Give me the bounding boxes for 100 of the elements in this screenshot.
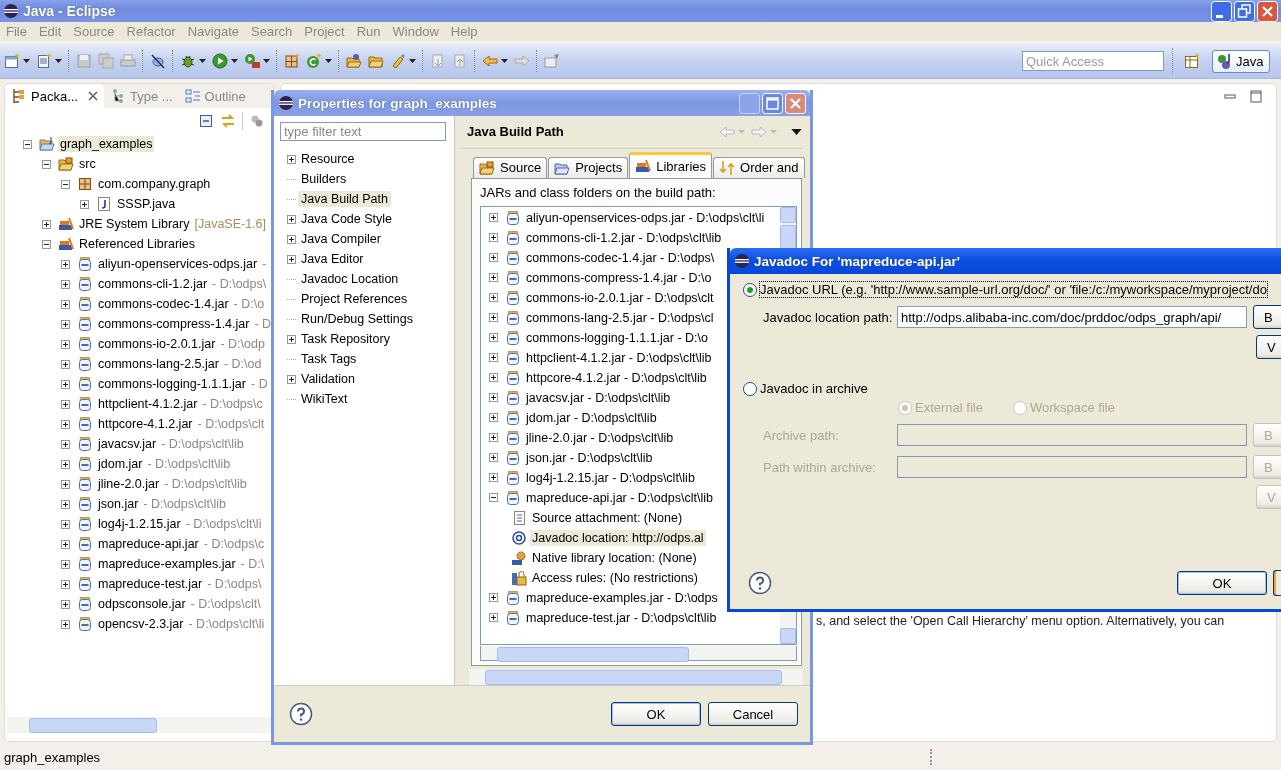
expander-icon[interactable] <box>61 439 70 449</box>
tree-item[interactable]: log4j-1.2.15.jar <box>96 516 183 532</box>
expander-icon[interactable] <box>61 479 70 489</box>
expander-icon[interactable] <box>489 273 498 283</box>
tree-item[interactable]: httpclient-4.1.2.jar <box>96 396 200 412</box>
category-item[interactable]: Java Code Style <box>298 211 396 227</box>
expander-icon[interactable] <box>489 293 498 303</box>
tree-item[interactable]: commons-io-2.0.1.jar <box>96 336 218 352</box>
help-icon[interactable] <box>289 702 313 726</box>
expander-icon[interactable] <box>489 313 498 323</box>
expander-icon[interactable] <box>61 399 70 409</box>
tree-item[interactable]: jdom.jar <box>96 456 145 472</box>
library-item[interactable]: httpclient-4.1.2.jar - D:\odps\clt\lib <box>524 349 714 366</box>
library-item[interactable]: log4j-1.2.15.jar - D:\odps\clt\lib <box>524 469 697 486</box>
close-icon[interactable] <box>87 91 98 101</box>
library-item[interactable]: jdom.jar - D:\odps\clt\lib <box>524 409 659 426</box>
validate-button[interactable]: V <box>1256 335 1281 359</box>
grid-icon[interactable] <box>284 53 300 69</box>
view-menu-icon[interactable] <box>791 128 802 135</box>
expander-icon[interactable] <box>489 453 498 463</box>
library-item[interactable]: mapreduce-examples.jar - D:\odps <box>524 589 720 606</box>
expander-icon[interactable] <box>287 234 296 244</box>
library-item[interactable]: aliyun-openservices-odps.jar - D:\odps\clt\li <box>524 209 767 226</box>
tree-item[interactable]: json.jar <box>96 496 141 512</box>
horizontal-scrollbar[interactable] <box>7 717 271 733</box>
tree-item[interactable]: commons-lang-2.5.jar <box>96 356 221 372</box>
expander-icon[interactable] <box>489 253 498 263</box>
horizontal-scrollbar[interactable] <box>480 645 797 662</box>
caret-icon[interactable] <box>501 59 508 63</box>
library-item[interactable]: commons-compress-1.4.jar - D:\o <box>524 269 714 286</box>
library-item[interactable]: mapreduce-test.jar - D:\odps\clt\lib <box>524 609 719 626</box>
category-item[interactable]: Validation <box>298 371 358 387</box>
expander-icon[interactable] <box>287 214 296 224</box>
new-class-icon[interactable] <box>306 53 322 69</box>
expander-icon[interactable] <box>61 339 70 349</box>
expander-icon[interactable] <box>489 353 498 363</box>
library-item[interactable]: commons-cli-1.2.jar - D:\odps\clt\lib <box>524 229 724 246</box>
tab[interactable]: Order and <box>713 156 805 178</box>
dialog-button[interactable]: Cancel <box>708 702 798 726</box>
expander-icon[interactable] <box>61 559 70 569</box>
expander-icon[interactable] <box>489 373 498 383</box>
library-item[interactable]: Javadoc location: http://odps.al <box>530 529 706 546</box>
expander-icon[interactable] <box>489 393 498 403</box>
expander-icon[interactable] <box>61 179 70 189</box>
expander-icon[interactable] <box>489 613 498 623</box>
category-item[interactable]: Java Compiler <box>298 231 384 247</box>
library-item[interactable]: Access rules: (No restrictions) <box>530 569 700 586</box>
category-item[interactable]: WikiText <box>298 391 351 407</box>
expander-icon[interactable] <box>489 473 498 483</box>
tree-item[interactable]: commons-codec-1.4.jar <box>96 296 231 312</box>
new-window-icon[interactable] <box>4 53 20 69</box>
library-item[interactable]: commons-codec-1.4.jar - D:\odps\ <box>524 249 717 266</box>
tree-item[interactable]: com.company.graph <box>96 176 213 192</box>
expander-icon[interactable] <box>61 279 70 289</box>
collapse-all-icon[interactable] <box>198 113 214 129</box>
tree-item[interactable]: commons-compress-1.4.jar <box>96 316 252 332</box>
category-item[interactable]: Java Editor <box>298 251 367 267</box>
radio-button[interactable] <box>743 282 757 297</box>
perspective-button[interactable]: Java <box>1212 49 1271 73</box>
location-field[interactable]: http://odps.alibaba-inc.com/doc/prddoc/odps_graph/api/ <box>897 306 1247 328</box>
library-item[interactable]: commons-lang-2.5.jar - D:\odps\cl <box>524 309 716 326</box>
tree-item[interactable]: commons-cli-1.2.jar <box>96 276 210 292</box>
expander-icon[interactable] <box>61 299 70 309</box>
eye-slash-icon[interactable] <box>150 53 166 69</box>
caret-icon[interactable] <box>325 59 332 63</box>
tree-item[interactable]: odpsconsole.jar <box>96 596 188 612</box>
category-item[interactable]: Builders <box>298 171 350 187</box>
tree-item[interactable]: mapreduce-test.jar <box>96 576 205 592</box>
restore-icon[interactable] <box>1234 0 1255 22</box>
tree-item[interactable]: mapreduce-api.jar <box>96 536 201 552</box>
expander-icon[interactable] <box>489 213 498 223</box>
view-tab[interactable]: Packa... <box>5 84 104 108</box>
category-item[interactable]: Project References <box>298 291 411 307</box>
tree-item[interactable]: jline-2.0.jar <box>96 476 162 492</box>
caret-icon[interactable] <box>199 59 206 63</box>
expander-icon[interactable] <box>61 539 70 549</box>
category-item[interactable]: Javadoc Location <box>298 271 402 287</box>
tree-item[interactable]: javacsv.jar <box>96 436 159 452</box>
radio-label[interactable]: Javadoc URL (e.g. 'http://www.sample-url.org/doc/' or 'file:/c:/myworkspace/myproject/do <box>760 282 1267 297</box>
tree-item[interactable]: httpcore-4.1.2.jar <box>96 416 195 432</box>
folder-icon[interactable] <box>368 53 384 69</box>
tab[interactable]: Projects <box>548 156 629 178</box>
expander-icon[interactable] <box>287 154 296 164</box>
tree-item[interactable]: opencsv-2.3.jar <box>96 616 186 632</box>
caret-icon[interactable] <box>23 59 30 63</box>
library-item[interactable]: Source attachment: (None) <box>530 509 685 526</box>
tree-item[interactable]: JRE System Library <box>77 216 192 232</box>
horizontal-scrollbar[interactable] <box>469 669 802 685</box>
expander-icon[interactable] <box>489 493 498 503</box>
library-item[interactable]: Native library location: (None) <box>530 549 699 566</box>
expander-icon[interactable] <box>61 379 70 389</box>
expander-icon[interactable] <box>61 359 70 369</box>
expander-icon[interactable] <box>489 413 498 423</box>
category-item[interactable]: Run/Debug Settings <box>298 311 416 327</box>
open-perspective-icon[interactable] <box>1184 53 1200 69</box>
expander-icon[interactable] <box>489 333 498 343</box>
library-item[interactable]: commons-logging-1.1.1.jar - D:\o <box>524 329 711 346</box>
library-item[interactable]: json.jar - D:\odps\clt\lib <box>524 449 655 466</box>
run-icon[interactable] <box>212 53 228 69</box>
tree-item[interactable]: src <box>77 156 98 172</box>
